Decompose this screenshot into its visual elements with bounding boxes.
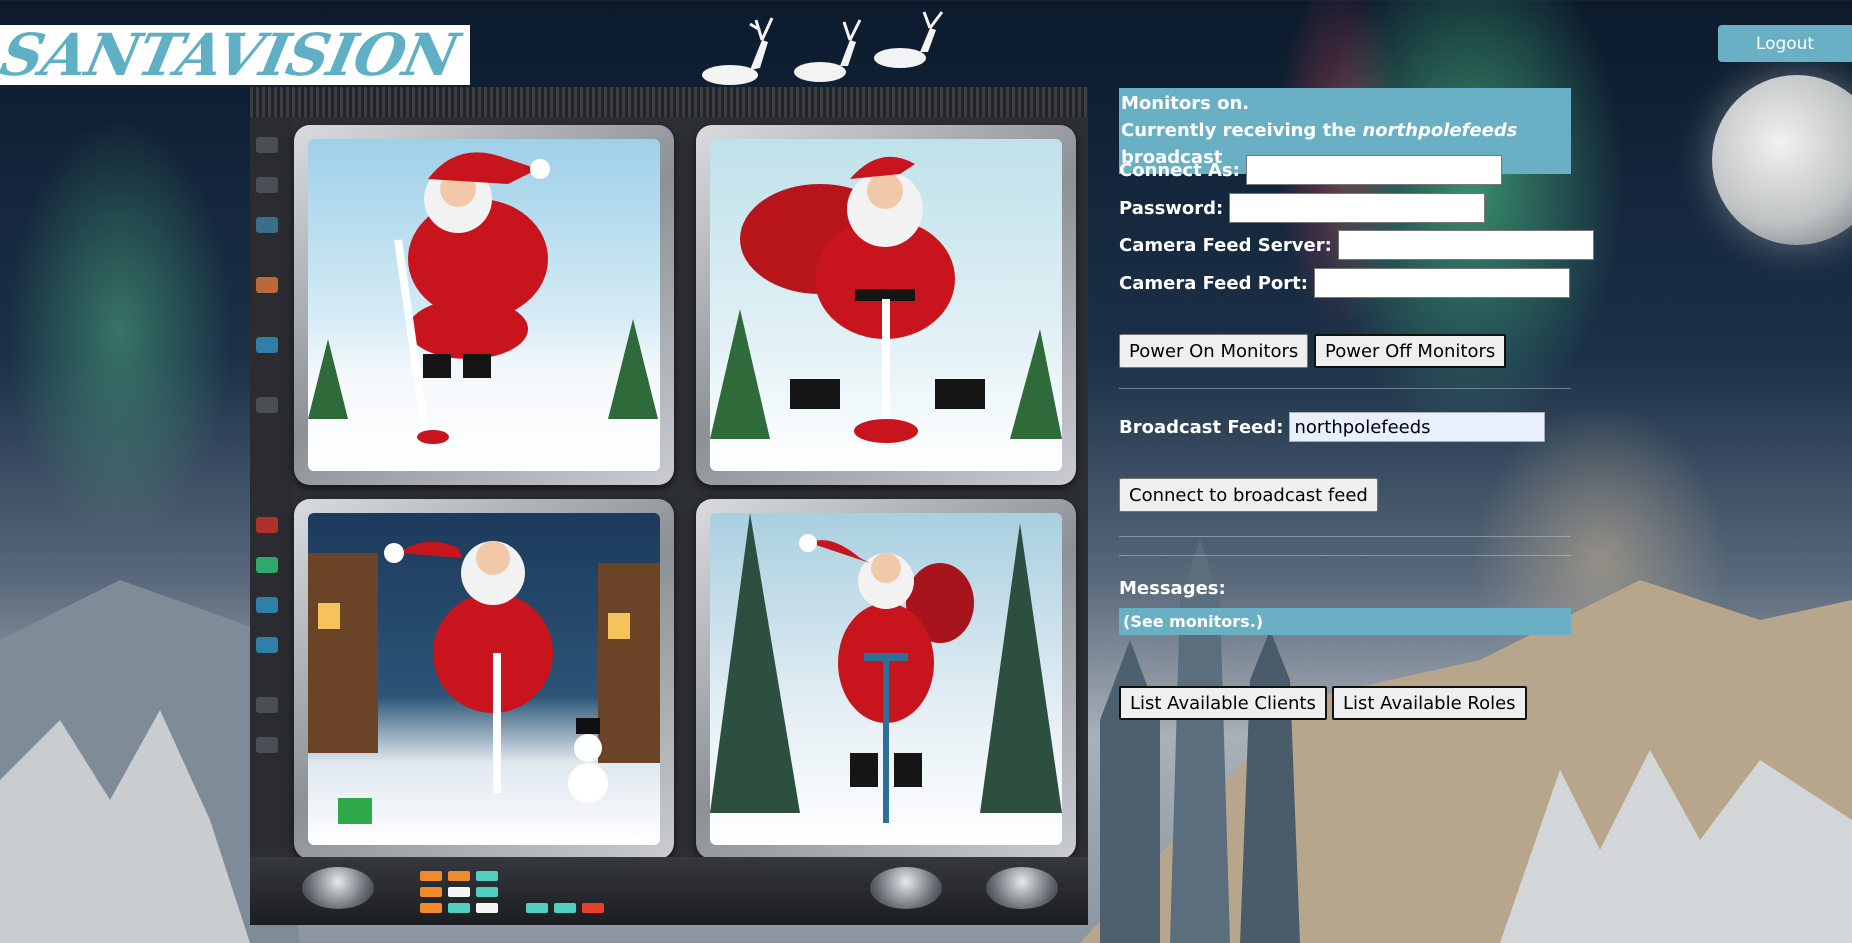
santa-pogo-image-2 [710, 156, 1062, 443]
divider [1119, 388, 1571, 389]
camera-port-label: Camera Feed Port: [1119, 272, 1308, 294]
broadcast-feed-label: Broadcast Feed: [1119, 416, 1284, 438]
messages-label: Messages: [1119, 578, 1226, 599]
monitor-wall [250, 87, 1088, 925]
password-label: Password: [1119, 197, 1224, 219]
camera-server-label: Camera Feed Server: [1119, 234, 1332, 256]
camera-server-input[interactable] [1337, 230, 1594, 260]
monitors-status: Monitors on. [1121, 93, 1250, 114]
messages-box: (See monitors.) [1119, 608, 1571, 635]
divider [1119, 555, 1571, 556]
monitor-screen-4 [696, 499, 1076, 859]
moon-illustration [1712, 75, 1852, 245]
password-input[interactable] [1229, 193, 1486, 223]
divider [1119, 536, 1571, 537]
camera-port-row: Camera Feed Port: [1119, 266, 1570, 300]
logo-text: SANTAVISION [0, 25, 464, 85]
logout-button[interactable]: Logout [1718, 25, 1852, 62]
monitor-screen-1 [294, 125, 674, 485]
monitor-screen-3 [294, 499, 674, 859]
list-available-clients-button[interactable]: List Available Clients [1119, 686, 1327, 720]
power-off-monitors-button[interactable]: Power Off Monitors [1314, 334, 1507, 368]
santa-pogo-image-4 [710, 513, 1062, 823]
connect-broadcast-feed-button[interactable]: Connect to broadcast feed [1119, 478, 1378, 512]
broadcast-feed-row: Broadcast Feed: [1119, 410, 1546, 444]
reindeer-illustration [702, 11, 944, 85]
broadcast-feed-input[interactable] [1289, 412, 1546, 442]
santa-pogo-image-3 [308, 541, 660, 824]
control-console [250, 857, 1088, 925]
list-available-roles-button[interactable]: List Available Roles [1332, 686, 1527, 720]
santa-pogo-image-1 [308, 152, 658, 444]
camera-server-row: Camera Feed Server: [1119, 228, 1594, 262]
side-control-panel [250, 117, 292, 847]
monitor-screen-2 [696, 125, 1076, 485]
camera-port-input[interactable] [1313, 268, 1570, 298]
power-on-monitors-button[interactable]: Power On Monitors [1119, 334, 1309, 368]
vent-grille [250, 87, 1088, 117]
password-row: Password: [1119, 191, 1486, 225]
connect-as-row: Connect As: [1119, 153, 1502, 187]
connect-as-input[interactable] [1245, 155, 1502, 185]
control-panel: Monitors on. Currently receiving the nor… [1119, 88, 1594, 720]
feed-name: northpolefeeds [1362, 120, 1518, 141]
santavision-logo: SANTAVISION [0, 25, 470, 85]
connect-as-label: Connect As: [1119, 159, 1240, 181]
